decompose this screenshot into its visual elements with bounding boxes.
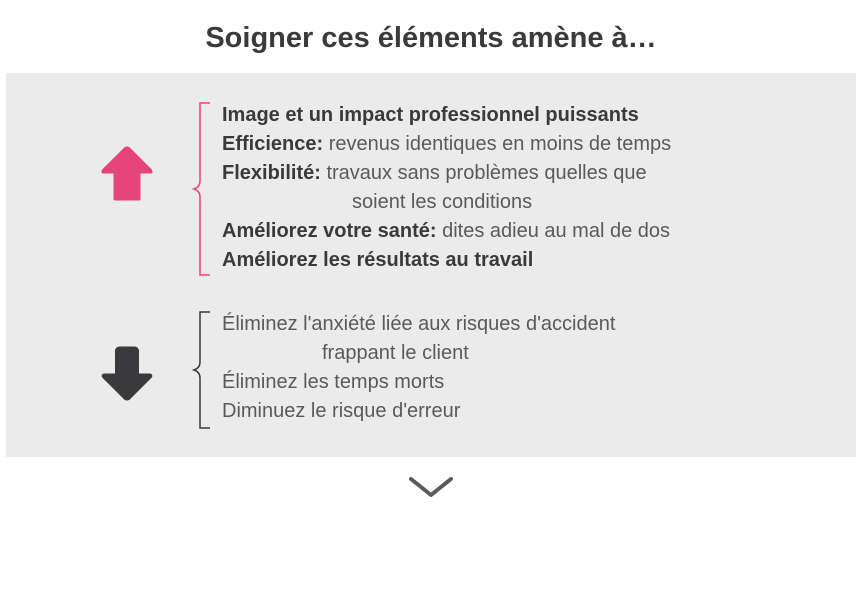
up-line2-text: revenus identiques en moins de temps (323, 133, 671, 155)
bracket-pink-icon (172, 264, 222, 281)
down-line2: Éliminez les temps morts (222, 368, 816, 397)
arrow-down-icon (91, 336, 163, 413)
content-panel: Image et un impact professionnel puissan… (6, 73, 856, 457)
page-title: Soigner ces éléments amène à… (0, 0, 862, 73)
up-line2-label: Efficience: (222, 133, 323, 155)
down-line3: Diminuez le risque d'erreur (222, 397, 816, 426)
up-line1: Image et un impact professionnel puissan… (222, 104, 639, 126)
up-line5: Améliorez les résultats au travail (222, 249, 533, 271)
up-line3-text: travaux sans problèmes quelles que (321, 162, 647, 184)
down-section: Éliminez l'anxiété liée aux risques d'ac… (6, 310, 856, 435)
up-line3-cont: soient les conditions (222, 188, 816, 217)
bracket-dark-icon (172, 417, 222, 434)
up-line4-text: dites adieu au mal de dos (437, 220, 671, 242)
down-line1-cont: frappant le client (222, 339, 816, 368)
up-line3-label: Flexibilité: (222, 162, 321, 184)
chevron-down-icon (0, 457, 862, 508)
arrow-up-icon (91, 139, 163, 216)
down-line1: Éliminez l'anxiété liée aux risques d'ac… (222, 310, 816, 339)
up-line4-label: Améliorez votre santé: (222, 220, 437, 242)
up-section: Image et un impact professionnel puissan… (6, 101, 856, 282)
